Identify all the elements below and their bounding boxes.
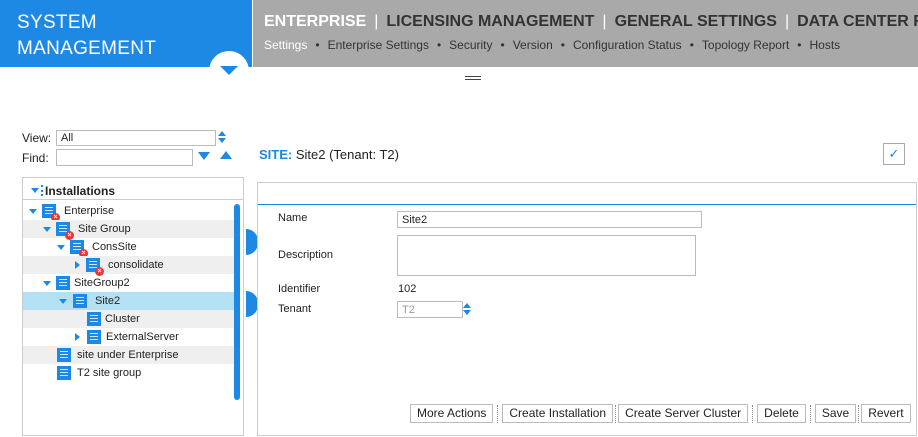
subtab-version[interactable]: Version — [513, 38, 553, 52]
expand-icon[interactable] — [29, 208, 37, 214]
tree-item-site2[interactable]: Site2 — [23, 292, 235, 310]
subtab-settings[interactable]: Settings — [264, 38, 307, 52]
sub-menu: Settings • Enterprise Settings • Security • Ve… — [264, 38, 841, 52]
view-select[interactable]: All — [56, 130, 216, 146]
more-actions-button[interactable]: More Actions — [410, 404, 494, 423]
expand-icon[interactable] — [75, 261, 80, 269]
description-label: Description — [278, 249, 334, 261]
find-label: Find: — [22, 151, 49, 165]
create-server-cluster-button[interactable]: Create Server Cluster — [618, 404, 749, 423]
site-icon — [57, 348, 71, 362]
view-spinner-icon[interactable] — [218, 131, 226, 145]
tab-enterprise[interactable]: ENTERPRISE — [264, 13, 366, 30]
expand-icon[interactable] — [59, 298, 67, 304]
revert-button[interactable]: Revert — [861, 404, 911, 423]
subtab-hosts[interactable]: Hosts — [809, 38, 840, 52]
page-title: SITE: Site2 (Tenant: T2) — [259, 147, 399, 162]
top-navigation: ENTERPRISE | LICENSING MANAGEMENT | GENERAL … — [253, 0, 918, 67]
subtab-security[interactable]: Security — [449, 38, 492, 52]
subtab-enterprise-settings[interactable]: Enterprise Settings — [328, 38, 429, 52]
tree-item-conssite[interactable]: × ConsSite — [23, 238, 235, 258]
page-title-kind: SITE: — [259, 147, 293, 162]
app-title: SYSTEM MANAGEMENT — [17, 10, 156, 62]
site-group-icon — [57, 366, 71, 380]
name-label: Name — [278, 212, 308, 224]
subtab-topology-report[interactable]: Topology Report — [702, 38, 789, 52]
expand-icon[interactable] — [43, 226, 51, 232]
create-installation-button[interactable]: Create Installation — [502, 404, 614, 423]
enterprise-icon: × — [42, 204, 60, 222]
tree-scrollbar[interactable] — [234, 204, 240, 400]
expand-icon[interactable] — [57, 244, 65, 250]
server-icon — [87, 330, 101, 344]
find-next-icon[interactable] — [198, 152, 210, 160]
tree-item-externalserver[interactable]: ExternalServer — [23, 328, 235, 346]
identifier-label: Identifier — [278, 283, 321, 295]
save-button[interactable]: Save — [814, 404, 857, 423]
installations-tree: Installations × Enterprise × Site Group … — [22, 177, 244, 436]
tenant-select[interactable]: T2 — [397, 301, 463, 318]
tab-general-settings[interactable]: GENERAL SETTINGS — [615, 13, 777, 30]
expand-icon[interactable] — [43, 280, 51, 286]
identifier-value: 102 — [398, 283, 417, 295]
site-group-icon: × — [56, 222, 74, 240]
view-label: View: — [22, 131, 52, 145]
app-title-line1: SYSTEM — [17, 12, 97, 33]
app-title-line2: MANAGEMENT — [17, 38, 157, 59]
detail-form: Name Site2 Description Identifier 102 Te… — [257, 182, 917, 436]
action-buttons: More Actions Create Installation Create … — [410, 404, 911, 423]
collapse-icon[interactable] — [31, 188, 39, 193]
brand-panel: SYSTEM MANAGEMENT — [0, 0, 252, 91]
tree-item-enterprise[interactable]: × Enterprise — [23, 202, 235, 222]
page-title-text: Site2 (Tenant: T2) — [295, 147, 399, 162]
confirm-button[interactable]: ✓ — [883, 143, 905, 165]
top-menu: ENTERPRISE | LICENSING MANAGEMENT | GENERAL … — [264, 13, 918, 31]
tab-data-center[interactable]: DATA CENTER RE — [797, 13, 918, 30]
subtab-configuration-status[interactable]: Configuration Status — [573, 38, 682, 52]
tab-licensing-management[interactable]: LICENSING MANAGEMENT — [386, 13, 594, 30]
tree-item-site-under-enterprise[interactable]: site under Enterprise — [23, 346, 235, 364]
tree-header-label: Installations — [45, 183, 116, 198]
tenant-spinner-icon[interactable] — [463, 303, 471, 317]
tree-item-sitegroup2[interactable]: SiteGroup2 — [23, 274, 235, 292]
menu-toggle-button[interactable] — [209, 51, 249, 91]
find-input[interactable] — [56, 149, 193, 166]
server-icon: × — [86, 258, 104, 276]
expand-icon[interactable] — [75, 333, 80, 341]
tenant-label: Tenant — [278, 303, 312, 315]
tree-item-t2-site-group[interactable]: T2 site group — [23, 364, 235, 382]
chevron-down-icon — [220, 66, 238, 75]
site-group-icon — [56, 276, 70, 290]
tree-root-icon — [41, 185, 43, 196]
resize-grip[interactable] — [465, 76, 481, 80]
find-previous-icon[interactable] — [220, 151, 232, 159]
site-icon — [73, 294, 87, 308]
delete-button[interactable]: Delete — [757, 404, 806, 423]
tree-item-consolidate[interactable]: × consolidate — [23, 256, 235, 276]
tree-item-cluster[interactable]: Cluster — [23, 310, 235, 328]
description-field[interactable] — [397, 235, 696, 276]
site-icon: × — [70, 240, 88, 258]
name-field[interactable]: Site2 — [397, 211, 702, 228]
cluster-icon — [87, 312, 101, 326]
tree-header: Installations — [23, 178, 243, 200]
tree-item-site-group[interactable]: × Site Group — [23, 220, 235, 240]
